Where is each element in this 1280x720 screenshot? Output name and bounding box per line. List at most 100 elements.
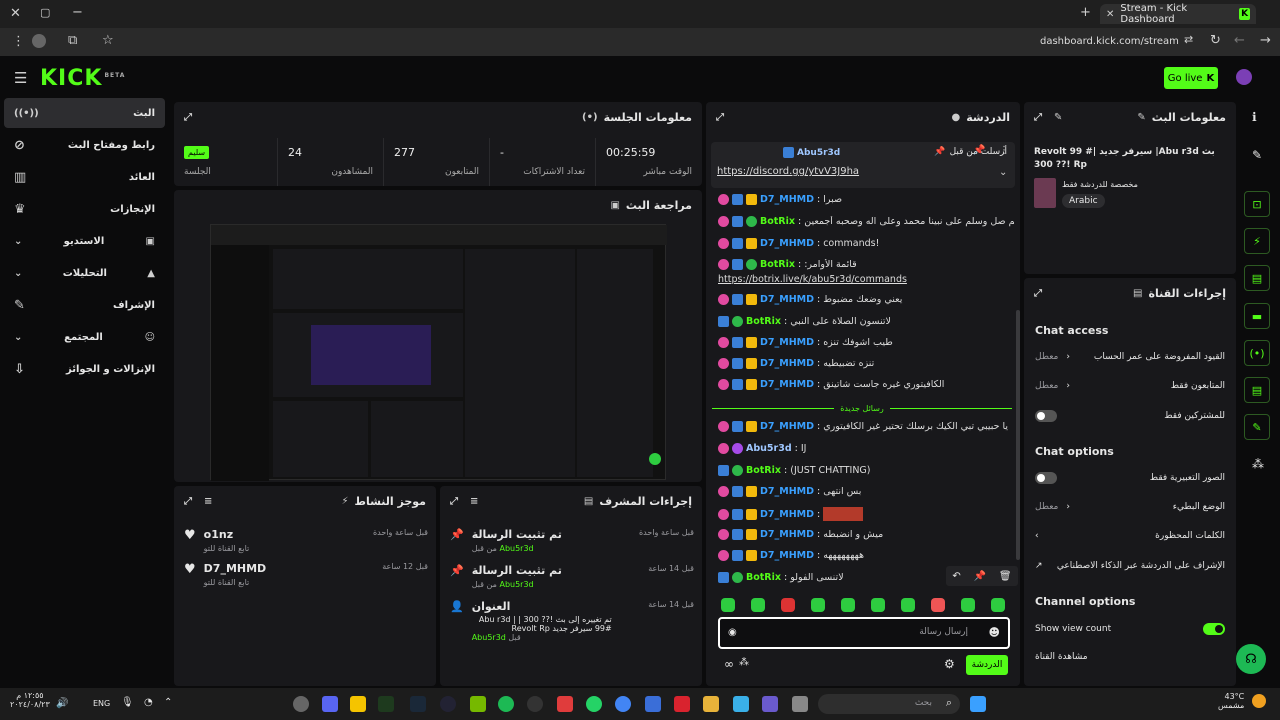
sidebar-item-community[interactable]: ☺ المجتمع ⌄: [4, 322, 165, 352]
sidebar-item-studio[interactable]: ▣ الاستديو ⌄: [4, 226, 165, 256]
chat-username[interactable]: D7_MHMD: [760, 294, 814, 305]
category-name[interactable]: مخصصة للدردشة فقط: [1062, 180, 1138, 189]
chat-message[interactable]: D7_MHMD: ههههههههه: [718, 550, 1014, 561]
filter-icon[interactable]: ≡: [470, 496, 478, 507]
setting-show-view-count[interactable]: Show view count: [1035, 623, 1225, 635]
close-window-icon[interactable]: ✕: [10, 6, 21, 21]
sidebar-item-achievements[interactable]: الإنجازات ♛: [4, 194, 165, 224]
steam-icon[interactable]: [410, 696, 426, 712]
chat-link[interactable]: https://botrix.live/k/abu5r3d/commands: [718, 274, 907, 285]
go-live-button[interactable]: Go live K: [1164, 67, 1218, 89]
expand-icon[interactable]: ⤢: [716, 112, 724, 123]
nvidia-icon[interactable]: [470, 696, 486, 712]
emote-button[interactable]: [751, 598, 765, 612]
community-dots-icon[interactable]: ⁂: [739, 657, 749, 668]
chat-send-button[interactable]: الدردشة: [966, 655, 1008, 675]
emote-button[interactable]: [931, 598, 945, 612]
edit-pencil-icon[interactable]: ✎: [1054, 112, 1062, 123]
extensions-icon[interactable]: ⧉: [68, 33, 77, 48]
close-tab-icon[interactable]: ✕: [1106, 9, 1114, 20]
sidebar-item-revenue[interactable]: العائد ▥: [4, 162, 165, 192]
hamburger-menu-icon[interactable]: ☰: [14, 69, 27, 87]
setting-banned-words[interactable]: الكلمات المحظورة ›: [1035, 531, 1225, 541]
chevron-down-icon[interactable]: ⌄: [999, 167, 1007, 178]
setting-account-age[interactable]: القيود المفروضة على عمر الحساب معطل ›: [1035, 352, 1225, 362]
emote-button[interactable]: [871, 598, 885, 612]
restore-icon[interactable]: ▢: [40, 6, 50, 19]
file-explorer-icon[interactable]: [703, 696, 719, 712]
expand-icon[interactable]: ⤢: [1034, 288, 1042, 299]
app-icon[interactable]: [378, 696, 394, 712]
chat-input[interactable]: ◉ إرسال رسالة ☻: [718, 617, 1010, 649]
spotify-icon[interactable]: [498, 696, 514, 712]
setting-followers-only[interactable]: المتابعون فقط معطل ›: [1035, 381, 1225, 391]
rail-doc-button[interactable]: ▤: [1244, 265, 1270, 291]
chat-message[interactable]: BotRix: (JUST CHATTING): [718, 465, 1014, 476]
taskbar-clock[interactable]: ١٢:٥٥ م ٢٠٢٤/٠٨/٢٣: [10, 691, 50, 709]
emote-button[interactable]: [781, 598, 795, 612]
back-icon[interactable]: →: [1260, 33, 1271, 48]
reload-icon[interactable]: ↻: [1210, 33, 1221, 48]
emote-button[interactable]: [901, 598, 915, 612]
pinned-message[interactable]: أرسلت من قبل 📌 Abu5r3d 📌 ⋮ https://discor…: [711, 142, 1015, 188]
emote-button[interactable]: [961, 598, 975, 612]
chat-message[interactable]: BotRix: قائمة الأوامر:: [718, 259, 1014, 270]
app-icon[interactable]: [527, 696, 543, 712]
more-icon[interactable]: ⋮: [999, 145, 1009, 156]
chat-username[interactable]: D7_MHMD: [760, 358, 814, 369]
chat-message[interactable]: D7_MHMD: الكافيتوري غيره جاست شاتينق: [718, 379, 1014, 390]
rail-stream-button[interactable]: ⊡: [1244, 191, 1270, 217]
chat-username[interactable]: BotRix: [746, 465, 781, 476]
chat-username[interactable]: D7_MHMD: [760, 486, 814, 497]
kick-logo[interactable]: KICK BETA: [40, 66, 125, 91]
pinned-link[interactable]: https://discord.gg/ytvV3J9ha: [717, 166, 859, 177]
sidebar-item-moderation[interactable]: الإشراف ✎: [4, 290, 165, 320]
trash-icon[interactable]: 🗑: [999, 571, 1012, 582]
chat-message[interactable]: D7_MHMD: !commands: [718, 238, 1014, 249]
language-indicator[interactable]: ENG: [93, 699, 110, 708]
community-dots-icon[interactable]: ⁂: [1252, 457, 1264, 471]
mic-icon[interactable]: 🎙: [121, 697, 134, 708]
chat-message[interactable]: Abu5r3d: IJ: [718, 443, 1014, 454]
sidebar-item-stream-key[interactable]: رابط ومفتاح البث ⊘: [4, 130, 165, 160]
chat-message[interactable]: D7_MHMD: صبرا: [718, 194, 1014, 205]
emote-button[interactable]: [721, 598, 735, 612]
copilot-icon[interactable]: [762, 696, 778, 712]
sidebar-item-analytics[interactable]: ▲ التحليلات ⌄: [4, 258, 165, 288]
chrome-icon[interactable]: [615, 696, 631, 712]
emote-button[interactable]: [841, 598, 855, 612]
setting-ai-moderation[interactable]: الإشراف على الدردشة عبر الذكاء الاصطناعي…: [1035, 561, 1225, 571]
chat-username[interactable]: D7_MHMD: [760, 550, 814, 561]
sidebar-item-stream[interactable]: البث ((•)): [4, 98, 165, 128]
profile-icon[interactable]: [32, 34, 46, 48]
minimize-icon[interactable]: −: [72, 5, 83, 20]
volume-icon[interactable]: 🔊: [56, 698, 68, 709]
language-tag[interactable]: Arabic: [1062, 194, 1105, 208]
discord-icon[interactable]: [322, 696, 338, 712]
setting-subscribers-only[interactable]: للمشتركين فقط: [1035, 410, 1225, 422]
chat-message[interactable]: BotRix: اللهم صل وسلم على نبينا محمد وعلى…: [718, 216, 1014, 227]
rail-lightning-button[interactable]: ⚡: [1244, 228, 1270, 254]
app-icon[interactable]: [674, 696, 690, 712]
taskbar-search[interactable]: بحث ⌕: [818, 694, 960, 714]
toggle-switch[interactable]: [1035, 472, 1057, 484]
chat-username[interactable]: BotRix: [746, 572, 781, 583]
whatsapp-icon[interactable]: [586, 696, 602, 712]
new-tab-icon[interactable]: +: [1080, 5, 1091, 20]
chat-username[interactable]: D7_MHMD: [760, 238, 814, 249]
reader-icon[interactable]: ⇄: [1184, 33, 1193, 46]
network-icon[interactable]: ◔: [144, 697, 153, 708]
expand-icon[interactable]: ⤢: [184, 496, 192, 507]
obs-icon[interactable]: [293, 696, 309, 712]
weather-widget[interactable]: 43°C مشمس: [1218, 692, 1244, 710]
chat-username[interactable]: D7_MHMD: [760, 337, 814, 348]
chat-message[interactable]: D7_MHMD: ميش و انضبطه: [718, 529, 1014, 540]
undo-icon[interactable]: ↶: [952, 571, 960, 582]
rail-broadcast-button[interactable]: (•): [1244, 340, 1270, 366]
pin-icon[interactable]: 📌: [974, 571, 986, 582]
chat-message[interactable]: D7_MHMD: تنزه تضبيطيه: [718, 358, 1014, 369]
chat-message[interactable]: D7_MHMD: طيب اشوفك تنزه: [718, 337, 1014, 348]
chat-username[interactable]: Abu5r3d: [746, 443, 792, 454]
app-icon[interactable]: [645, 696, 661, 712]
emote-button[interactable]: [811, 598, 825, 612]
